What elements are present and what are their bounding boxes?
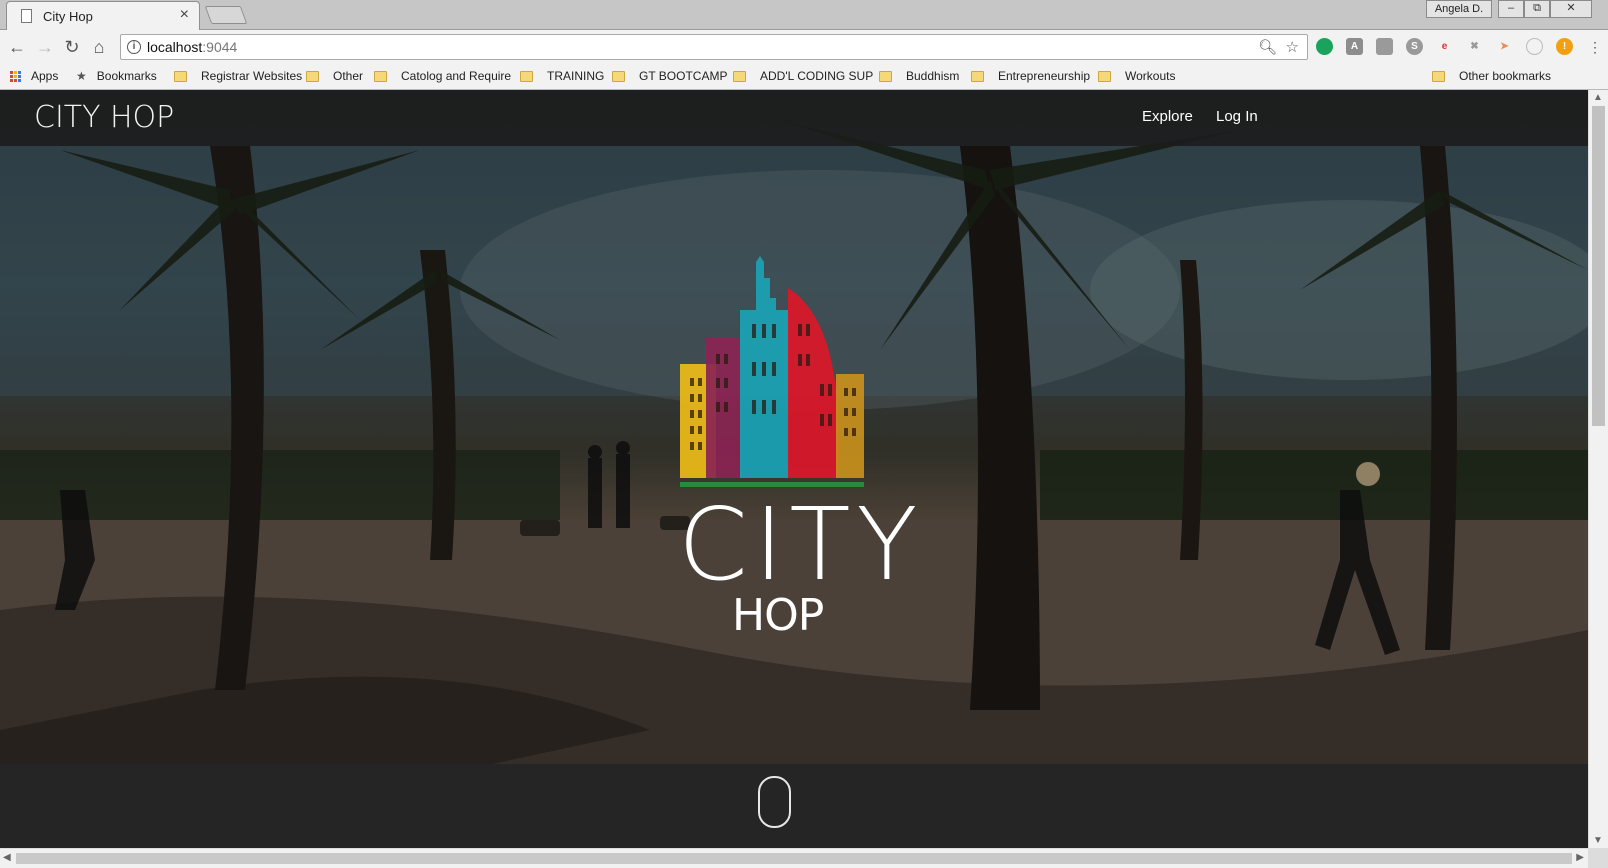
folder-icon bbox=[174, 70, 187, 82]
info-icon[interactable]: i bbox=[127, 40, 141, 54]
hero-video-background: CITY HOP CITY HOP Explore Log In bbox=[0, 90, 1588, 784]
close-window-button[interactable]: ✕ bbox=[1550, 0, 1592, 18]
vertical-scroll-thumb[interactable] bbox=[1592, 106, 1605, 426]
scroll-right-icon[interactable]: ▶ bbox=[1576, 852, 1584, 863]
tab-city-hop[interactable]: City Hop × bbox=[6, 1, 200, 30]
page-icon bbox=[21, 9, 32, 23]
bookmark-apps[interactable]: Apps bbox=[10, 69, 58, 83]
bookmark-folder[interactable]: Other bbox=[306, 69, 363, 83]
extension-arrow-icon[interactable]: ➤ bbox=[1496, 38, 1513, 55]
reload-icon[interactable]: ↻ bbox=[61, 36, 83, 58]
bookmark-folder[interactable]: GT BOOTCAMP bbox=[612, 69, 727, 83]
zoom-icon[interactable]: 🔍︎ bbox=[1258, 38, 1277, 56]
horizontal-scrollbar[interactable]: ◀ ▶ bbox=[0, 848, 1588, 868]
menu-icon[interactable]: ⋮ bbox=[1584, 36, 1606, 58]
extension-skype-icon[interactable]: S bbox=[1406, 38, 1423, 55]
star-filled-icon: ★ bbox=[76, 69, 87, 83]
folder-icon bbox=[612, 70, 625, 82]
bookmark-folder[interactable]: TRAINING bbox=[520, 69, 604, 83]
folder-icon bbox=[1098, 70, 1111, 82]
logo-city-text: CITY bbox=[678, 486, 924, 603]
scroll-left-icon[interactable]: ◀ bbox=[3, 852, 11, 863]
extension-circle-icon[interactable] bbox=[1526, 38, 1543, 55]
restore-button[interactable]: ⧉ bbox=[1524, 0, 1550, 18]
scroll-corner bbox=[1588, 848, 1608, 868]
scroll-up-icon[interactable]: ▲ bbox=[1593, 92, 1603, 103]
site-brand[interactable]: CITY HOP bbox=[34, 100, 174, 135]
extension-green-icon[interactable] bbox=[1316, 38, 1333, 55]
alert-icon[interactable]: ! bbox=[1556, 38, 1573, 55]
nav-login-link[interactable]: Log In bbox=[1216, 108, 1258, 125]
browser-window: City Hop × Angela D. – ⧉ ✕ ← → ↻ ⌂ i loc… bbox=[0, 0, 1608, 868]
url-text: localhost:9044 bbox=[147, 39, 238, 55]
new-tab-button[interactable] bbox=[204, 6, 248, 24]
scroll-down-icon[interactable]: ▼ bbox=[1593, 835, 1603, 846]
apps-icon bbox=[10, 70, 21, 82]
browser-titlebar: City Hop × Angela D. – ⧉ ✕ bbox=[0, 0, 1608, 30]
address-bar[interactable]: i localhost:9044 🔍︎ ☆ bbox=[120, 34, 1308, 60]
profile-button[interactable]: Angela D. bbox=[1426, 0, 1492, 18]
bookmark-folder[interactable]: ADD'L CODING SUP bbox=[733, 69, 873, 83]
vertical-scrollbar[interactable]: ▲ ▼ bbox=[1588, 90, 1608, 848]
folder-icon bbox=[374, 70, 387, 82]
folder-icon bbox=[971, 70, 984, 82]
scroll-mouse-icon[interactable] bbox=[758, 776, 791, 828]
bookmark-folder[interactable]: Buddhism bbox=[879, 69, 959, 83]
browser-toolbar: ← → ↻ ⌂ i localhost:9044 🔍︎ ☆ A S e ✖ ➤ … bbox=[0, 30, 1608, 64]
folder-icon bbox=[306, 70, 319, 82]
below-hero-section bbox=[0, 764, 1588, 848]
forward-icon[interactable]: → bbox=[34, 36, 56, 58]
bookmarks-bar: Apps ★ Bookmarks Registrar Websites Othe… bbox=[0, 64, 1608, 90]
minimize-button[interactable]: – bbox=[1498, 0, 1524, 18]
tab-close-icon[interactable]: × bbox=[180, 6, 189, 24]
bookmark-other[interactable]: Other bookmarks bbox=[1432, 69, 1551, 83]
star-icon[interactable]: ☆ bbox=[1286, 38, 1299, 56]
horizontal-scroll-thumb[interactable] bbox=[16, 853, 1572, 864]
folder-icon bbox=[520, 70, 533, 82]
bookmark-folder[interactable]: Catolog and Require bbox=[374, 69, 511, 83]
tab-title: City Hop bbox=[43, 9, 93, 24]
bookmark-folder[interactable]: Entrepreneurship bbox=[971, 69, 1090, 83]
logo-hop-text: HOP bbox=[732, 590, 824, 641]
extension-pocket-icon[interactable] bbox=[1376, 38, 1393, 55]
bookmark-folder[interactable]: Registrar Websites bbox=[174, 69, 302, 83]
nav-explore-link[interactable]: Explore bbox=[1142, 108, 1193, 125]
extension-tools-icon[interactable]: ✖ bbox=[1466, 38, 1483, 55]
bookmark-bookmarks[interactable]: ★ Bookmarks bbox=[76, 69, 157, 83]
back-icon[interactable]: ← bbox=[6, 36, 28, 58]
extension-a-icon[interactable]: A bbox=[1346, 38, 1363, 55]
home-icon[interactable]: ⌂ bbox=[88, 36, 110, 58]
folder-icon bbox=[1432, 70, 1445, 82]
folder-icon bbox=[879, 70, 892, 82]
page-viewport: CITY HOP CITY HOP Explore Log In bbox=[0, 90, 1588, 848]
folder-icon bbox=[733, 70, 746, 82]
city-hop-logo bbox=[680, 256, 864, 487]
extension-ebay-icon[interactable]: e bbox=[1436, 38, 1453, 55]
site-navbar: CITY HOP Explore Log In bbox=[0, 90, 1588, 146]
bookmark-folder[interactable]: Workouts bbox=[1098, 69, 1175, 83]
